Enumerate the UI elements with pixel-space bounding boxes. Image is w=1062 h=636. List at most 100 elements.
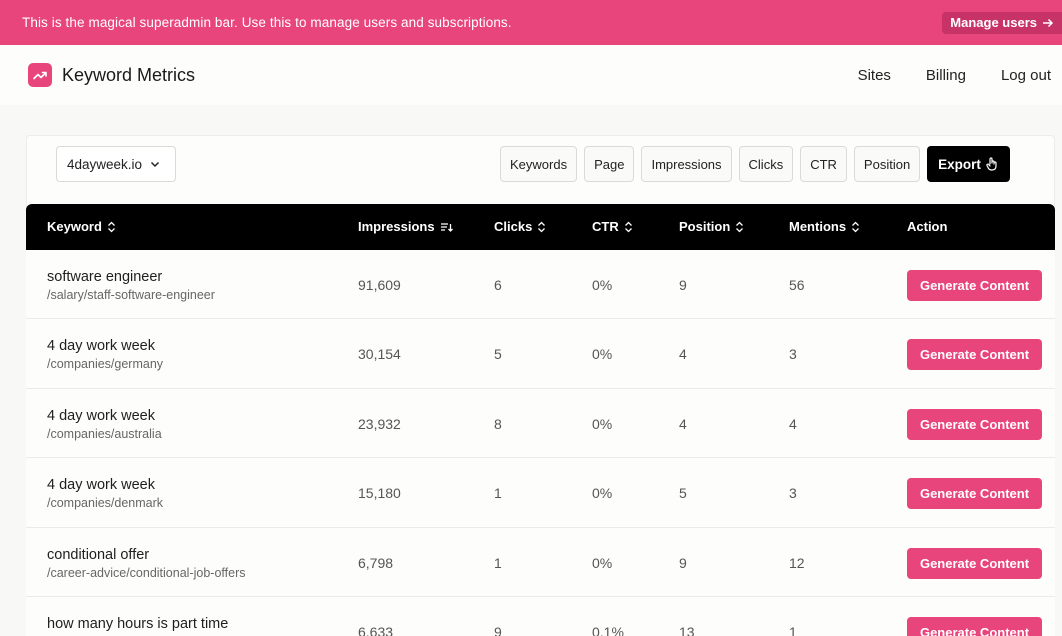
generate-content-button[interactable]: Generate Content — [907, 339, 1042, 371]
column-header-impressions[interactable]: Impressions — [358, 219, 453, 234]
filter-impressions[interactable]: Impressions — [641, 146, 732, 182]
nav-logout[interactable]: Log out — [1001, 67, 1051, 84]
ctr-cell: 0% — [592, 277, 613, 293]
export-label: Export — [938, 156, 981, 172]
keyword-path: /companies/germany — [47, 357, 164, 372]
impressions-cell: 91,609 — [358, 277, 401, 293]
keyword-cell: software engineer /salary/staff-software… — [47, 269, 215, 302]
mentions-cell: 3 — [789, 346, 797, 363]
clicks-cell: 9 — [494, 623, 502, 636]
column-header-action: Action — [907, 219, 947, 234]
column-label: Position — [679, 219, 731, 234]
impressions-cell: 6,798 — [358, 554, 394, 571]
sort-icon — [538, 221, 546, 232]
mentions-cell: 1 — [789, 623, 797, 636]
table-body: software engineer /salary/staff-software… — [26, 250, 1055, 636]
filter-position[interactable]: Position — [853, 146, 921, 182]
impressions-cell: 15,180 — [358, 485, 401, 502]
table-row: conditional offer /career-advice/conditi… — [26, 527, 1055, 597]
mentions-cell: 4 — [789, 415, 797, 432]
impressions-cell: 30,154 — [358, 346, 401, 363]
superadmin-bar: This is the magical superadmin bar. Use … — [0, 0, 1062, 45]
ctr-cell: 0% — [592, 415, 613, 432]
position-cell: 9 — [679, 554, 687, 571]
column-header-position[interactable]: Position — [679, 219, 744, 234]
keyword-path: /companies/australia — [47, 426, 162, 441]
position-cell: 4 — [679, 415, 687, 432]
ctr-cell: 0% — [592, 346, 613, 363]
keyword-cell: how many hours is part time — [47, 616, 228, 635]
manage-users-label: Manage users — [950, 15, 1037, 30]
superadmin-message: This is the magical superadmin bar. Use … — [22, 15, 512, 30]
top-navigation: Keyword Metrics Sites Billing Log out — [0, 45, 1062, 105]
column-label: Keyword — [47, 219, 102, 234]
hand-pointer-icon — [986, 157, 997, 171]
column-label: Impressions — [358, 219, 435, 234]
filter-page[interactable]: Page — [584, 146, 635, 182]
manage-users-button[interactable]: Manage users — [942, 11, 1062, 34]
filter-ctr[interactable]: CTR — [800, 146, 847, 182]
sort-descending-icon — [440, 222, 453, 232]
position-cell: 5 — [679, 485, 687, 502]
filter-clicks[interactable]: Clicks — [738, 146, 794, 182]
clicks-cell: 6 — [494, 277, 502, 293]
clicks-cell: 8 — [494, 415, 502, 432]
position-cell: 9 — [679, 277, 687, 293]
mentions-cell: 56 — [789, 277, 805, 293]
position-cell: 13 — [679, 623, 695, 636]
sort-icon — [624, 221, 632, 232]
filter-keywords[interactable]: Keywords — [500, 146, 578, 182]
column-label: Action — [907, 219, 948, 234]
export-button[interactable]: Export — [927, 146, 1010, 182]
sort-icon — [736, 221, 744, 232]
ctr-cell: 0.1% — [592, 623, 624, 636]
arrow-right-icon — [1043, 18, 1054, 27]
column-label: CTR — [592, 219, 619, 234]
column-label: Mentions — [789, 219, 847, 234]
sort-icon — [852, 221, 860, 232]
keyword-text: 4 day work week — [47, 338, 155, 355]
generate-content-button[interactable]: Generate Content — [907, 408, 1042, 440]
column-header-ctr[interactable]: CTR — [592, 219, 633, 234]
generate-content-button[interactable]: Generate Content — [907, 547, 1042, 579]
table-header: Keyword Impressions Clicks CTR Position … — [26, 204, 1055, 250]
table-row: how many hours is part time 6,633 9 0.1%… — [26, 596, 1055, 636]
mentions-cell: 3 — [789, 485, 797, 502]
generate-content-button[interactable]: Generate Content — [907, 616, 1042, 636]
keyword-text: software engineer — [47, 269, 163, 285]
sort-icon — [107, 221, 115, 232]
keyword-text: conditional offer — [47, 546, 150, 563]
position-cell: 4 — [679, 346, 687, 363]
column-header-clicks[interactable]: Clicks — [494, 219, 546, 234]
clicks-cell: 1 — [494, 554, 502, 571]
ctr-cell: 0% — [592, 554, 613, 571]
keyword-text: 4 day work week — [47, 407, 155, 424]
generate-content-button[interactable]: Generate Content — [907, 270, 1042, 301]
nav-links: Sites Billing Log out — [823, 67, 1051, 84]
keyword-text: how many hours is part time — [47, 615, 229, 632]
table-row: 4 day work week /companies/denmark 15,18… — [26, 458, 1055, 528]
nav-billing[interactable]: Billing — [926, 67, 966, 84]
site-select[interactable]: 4dayweek.io — [56, 146, 176, 182]
trending-up-icon — [28, 63, 52, 87]
generate-content-button[interactable]: Generate Content — [907, 478, 1042, 510]
keyword-cell: 4 day work week /companies/denmark — [47, 477, 163, 510]
site-select-value: 4dayweek.io — [67, 156, 143, 172]
impressions-cell: 6,633 — [358, 623, 394, 636]
brand-name: Keyword Metrics — [62, 64, 196, 85]
column-header-keyword[interactable]: Keyword — [47, 219, 116, 234]
keyword-path: /salary/staff-software-engineer — [47, 288, 215, 302]
column-header-mentions[interactable]: Mentions — [789, 219, 860, 234]
ctr-cell: 0% — [592, 485, 613, 502]
mentions-cell: 12 — [789, 554, 805, 571]
impressions-cell: 23,932 — [358, 415, 401, 432]
brand[interactable]: Keyword Metrics — [28, 63, 195, 87]
nav-sites[interactable]: Sites — [858, 67, 891, 84]
chevron-down-icon — [151, 161, 160, 168]
table-row: 4 day work week /companies/germany 30,15… — [26, 319, 1055, 389]
column-label: Clicks — [494, 219, 533, 234]
keyword-cell: 4 day work week /companies/germany — [47, 338, 163, 371]
table-row: software engineer /salary/staff-software… — [26, 250, 1055, 320]
keyword-text: 4 day work week — [47, 477, 155, 494]
clicks-cell: 5 — [494, 346, 502, 363]
